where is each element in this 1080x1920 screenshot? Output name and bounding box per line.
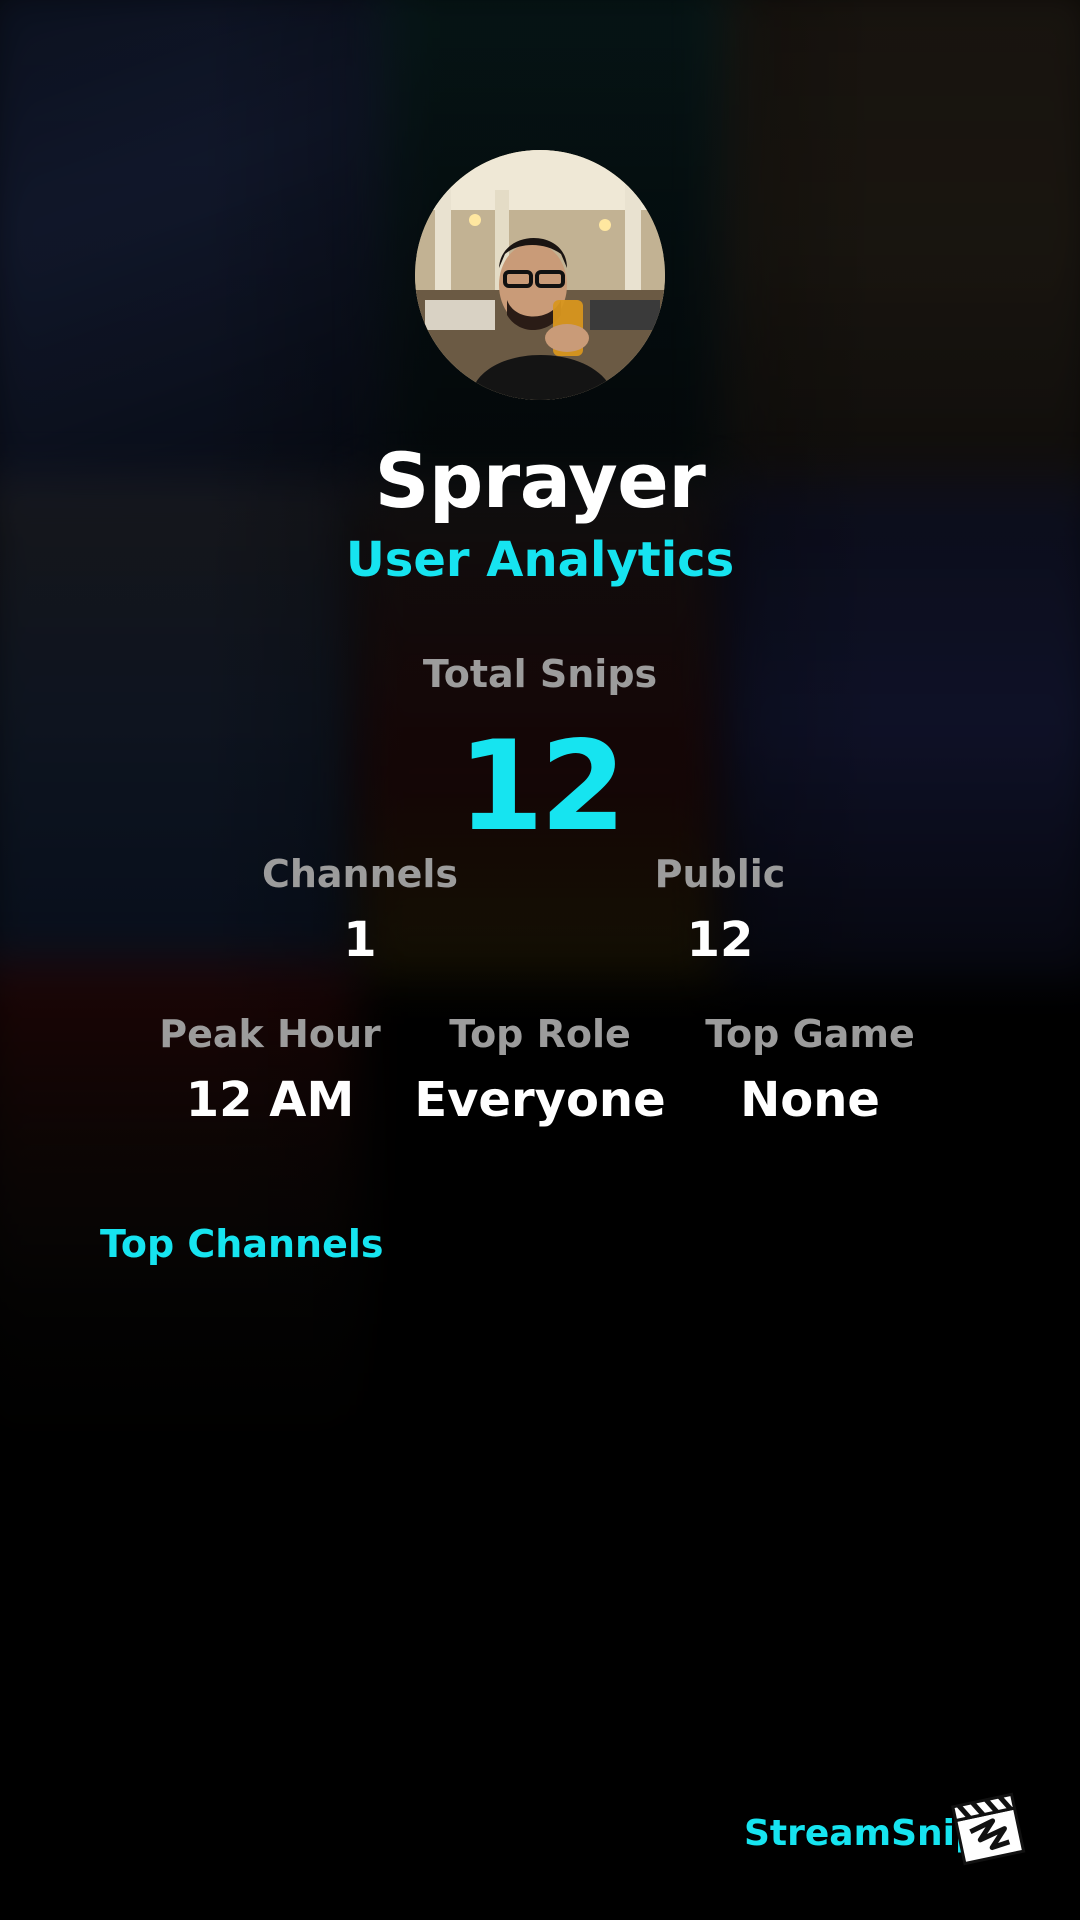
top-channels-heading: Top Channels (100, 1222, 384, 1266)
public-value: 12 (686, 912, 754, 968)
total-snips-label: Total Snips (422, 652, 658, 696)
channels-value: 1 (343, 912, 377, 968)
top-game-value: None (740, 1072, 880, 1128)
top-game-label: Top Game (705, 1012, 915, 1056)
peak-hour-label: Peak Hour (159, 1012, 381, 1056)
public-label: Public (654, 852, 786, 896)
avatar (415, 150, 665, 400)
total-snips-value: 12 (457, 715, 627, 859)
clapperboard-icon (948, 1788, 1028, 1868)
peak-hour-value: 12 AM (185, 1072, 355, 1128)
analytics-card: Sprayer User Analytics Total Snips 12 Ch… (0, 0, 1080, 1920)
page-subtitle: User Analytics (345, 532, 735, 588)
channels-label: Channels (261, 852, 459, 896)
avatar-image (415, 150, 665, 400)
top-role-value: Everyone (414, 1072, 666, 1128)
top-role-label: Top Role (449, 1012, 631, 1056)
username-title: Sprayer (374, 436, 706, 525)
brand-name: StreamSnip (744, 1813, 981, 1854)
